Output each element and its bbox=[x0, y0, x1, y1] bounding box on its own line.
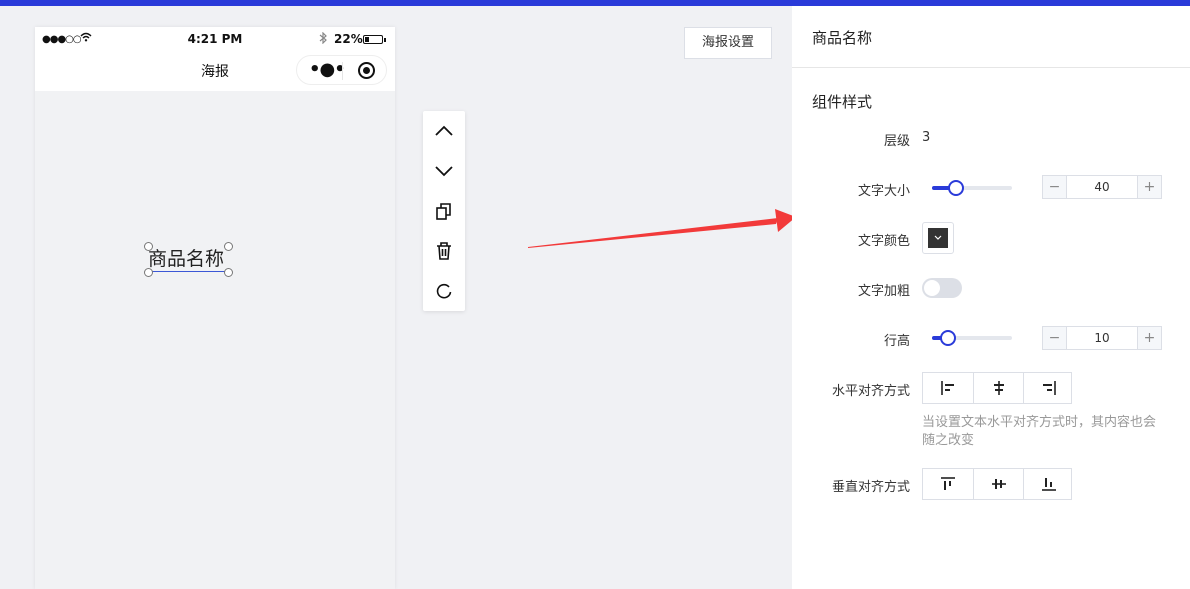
panel-divider bbox=[792, 67, 1190, 68]
bold-toggle[interactable] bbox=[922, 278, 962, 298]
align-center-icon bbox=[994, 381, 1004, 395]
h-align-group bbox=[922, 372, 1072, 404]
move-down-button[interactable] bbox=[423, 151, 465, 191]
chevron-up-icon bbox=[435, 125, 453, 136]
section-title: 组件样式 bbox=[812, 93, 873, 111]
status-bar: ●●●○○ 4:21 PM 22% bbox=[35, 31, 395, 48]
copy-button[interactable] bbox=[423, 191, 465, 231]
text-color-label: 文字颜色 bbox=[857, 234, 910, 249]
move-up-button[interactable] bbox=[423, 111, 465, 151]
more-dots-icon[interactable]: •●• bbox=[309, 59, 346, 80]
resize-handle-top-left[interactable] bbox=[144, 242, 153, 251]
resize-handle-bottom-right[interactable] bbox=[224, 268, 233, 277]
font-size-slider[interactable] bbox=[932, 180, 1012, 196]
layer-label: 层级 bbox=[883, 134, 910, 149]
mini-program-capsule[interactable]: •●• bbox=[296, 55, 387, 85]
line-height-stepper[interactable]: − 10 + bbox=[1042, 326, 1162, 350]
chevron-down-icon bbox=[928, 228, 948, 248]
refresh-icon bbox=[436, 283, 452, 299]
increment-button[interactable]: + bbox=[1137, 176, 1161, 198]
align-bottom-button[interactable] bbox=[1023, 469, 1073, 499]
annotation-arrow bbox=[528, 209, 796, 248]
v-align-group bbox=[922, 468, 1072, 500]
phone-header: ●●●○○ 4:21 PM 22% 海报 •●• bbox=[35, 27, 395, 91]
reset-button[interactable] bbox=[423, 271, 465, 311]
align-center-button[interactable] bbox=[973, 373, 1023, 403]
bold-label: 文字加粗 bbox=[857, 284, 910, 299]
align-middle-icon bbox=[992, 479, 1006, 489]
align-left-icon bbox=[941, 381, 954, 395]
slider-knob[interactable] bbox=[940, 330, 956, 346]
increment-button[interactable]: + bbox=[1137, 327, 1161, 349]
chevron-down-icon bbox=[435, 166, 453, 177]
resize-handle-bottom-left[interactable] bbox=[144, 268, 153, 277]
align-left-button[interactable] bbox=[923, 373, 973, 403]
layer-value: 3 bbox=[922, 130, 931, 145]
bluetooth-icon bbox=[319, 31, 328, 47]
settings-panel: 商品名称 组件样式 层级 3 文字大小 − 40 + 文字颜色 文字加粗 行高 … bbox=[792, 6, 1190, 589]
slider-knob[interactable] bbox=[948, 180, 964, 196]
font-size-stepper[interactable]: − 40 + bbox=[1042, 175, 1162, 199]
align-right-button[interactable] bbox=[1023, 373, 1073, 403]
resize-handle-top-right[interactable] bbox=[224, 242, 233, 251]
poster-settings-button[interactable]: 海报设置 bbox=[684, 27, 772, 59]
decrement-button[interactable]: − bbox=[1043, 176, 1067, 198]
align-middle-button[interactable] bbox=[973, 469, 1023, 499]
battery-level bbox=[365, 37, 369, 42]
capsule-divider bbox=[342, 62, 343, 80]
close-target-icon[interactable] bbox=[358, 62, 375, 79]
copy-icon bbox=[436, 203, 451, 220]
h-align-label: 水平对齐方式 bbox=[831, 384, 910, 399]
selection-box[interactable] bbox=[148, 246, 228, 272]
align-bottom-icon bbox=[1042, 478, 1056, 491]
battery-icon bbox=[363, 35, 386, 44]
panel-title: 商品名称 bbox=[812, 29, 873, 47]
line-height-input[interactable]: 10 bbox=[1067, 327, 1137, 349]
trash-icon bbox=[437, 242, 451, 260]
align-right-icon bbox=[1043, 381, 1056, 395]
line-height-label: 行高 bbox=[883, 334, 910, 349]
color-picker[interactable] bbox=[922, 222, 954, 254]
align-top-button[interactable] bbox=[923, 469, 973, 499]
font-size-input[interactable]: 40 bbox=[1067, 176, 1137, 198]
line-height-slider[interactable] bbox=[932, 330, 1012, 346]
font-size-label: 文字大小 bbox=[857, 184, 910, 199]
v-align-label: 垂直对齐方式 bbox=[831, 480, 910, 495]
decrement-button[interactable]: − bbox=[1043, 327, 1067, 349]
battery-percent: 22% bbox=[334, 32, 363, 46]
align-top-icon bbox=[941, 477, 955, 490]
component-toolbar bbox=[423, 111, 465, 311]
delete-button[interactable] bbox=[423, 231, 465, 271]
h-align-hint: 当设置文本水平对齐方式时，其内容也会随之改变 bbox=[922, 415, 1157, 448]
phone-preview: ●●●○○ 4:21 PM 22% 海报 •●• 商品名称 bbox=[35, 27, 395, 589]
